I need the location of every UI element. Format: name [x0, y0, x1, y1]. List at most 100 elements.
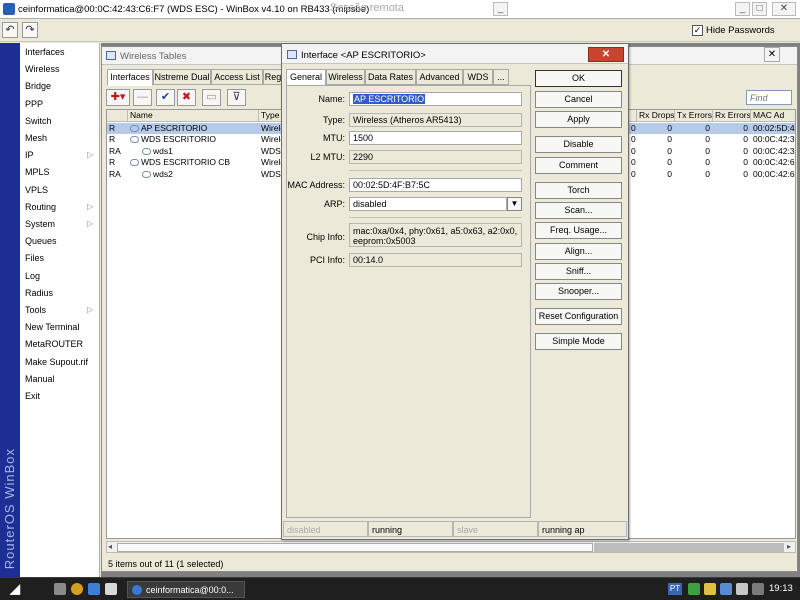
tab-interfaces[interactable]: Interfaces [107, 69, 153, 86]
column-header-flags[interactable] [107, 110, 128, 122]
ok-button[interactable]: OK [535, 70, 622, 87]
minimize-overlay-button[interactable]: _ [493, 2, 508, 16]
scroll-right-arrow-icon[interactable]: ▸ [787, 542, 791, 551]
disable-button[interactable]: Disable [535, 136, 622, 153]
row-rx-errors: 0 [743, 123, 748, 133]
menu-item-files[interactable]: Files [25, 253, 44, 263]
column-header-rx-errors[interactable]: Rx Errors [713, 110, 751, 122]
hide-passwords-checkbox[interactable]: ✓ [692, 25, 703, 36]
tab-data-rates[interactable]: Data Rates [365, 69, 416, 85]
redo-button[interactable]: ↷ [22, 22, 38, 38]
wireless-interface-icon [142, 170, 151, 178]
menu-item-system[interactable]: System [25, 219, 55, 229]
menu-item-new-terminal[interactable]: New Terminal [25, 322, 79, 332]
menu-item-mesh[interactable]: Mesh [25, 133, 47, 143]
maximize-button[interactable]: □ [752, 2, 767, 16]
row-name: WDS ESCRITORIO CB [141, 157, 231, 168]
menu-item-log[interactable]: Log [25, 271, 40, 281]
scrollbar-thumb[interactable] [117, 543, 593, 552]
tab-access-list[interactable]: Access List [211, 69, 263, 85]
menu-item-manual[interactable]: Manual [25, 374, 55, 384]
close-button[interactable]: ✕ [772, 2, 796, 16]
tab-wds[interactable]: WDS [463, 69, 493, 85]
menu-item-ppp[interactable]: PPP [25, 99, 43, 109]
arp-dropdown-icon[interactable]: ▼ [507, 197, 522, 211]
chrome-icon[interactable] [71, 583, 83, 595]
snooper-button[interactable]: Snooper... [535, 283, 622, 300]
tab-nstreme-dual[interactable]: Nstreme Dual [153, 69, 211, 85]
taskbar-winbox-task[interactable]: ceinformatica@00:0... [127, 581, 245, 598]
internet-explorer-icon[interactable] [88, 583, 100, 595]
show-desktop-icon[interactable] [54, 583, 66, 595]
interface-dialog-titlebar[interactable]: Interface <AP ESCRITORIO> ✕ [282, 44, 628, 64]
arp-select[interactable]: disabled [349, 197, 507, 211]
scrollbar-track[interactable] [594, 543, 784, 552]
menu-item-metarouter[interactable]: MetaROUTER [25, 339, 83, 349]
network-tray-icon[interactable] [688, 583, 700, 595]
l2mtu-label: L2 MTU: [310, 152, 345, 162]
disable-button[interactable]: ✖ [177, 89, 196, 106]
reset-configuration-button[interactable]: Reset Configuration [535, 308, 622, 325]
column-header-mac-address[interactable]: MAC Ad [751, 110, 795, 122]
row-type: WDS [261, 145, 281, 156]
align-button[interactable]: Align... [535, 243, 622, 260]
minimize-button[interactable]: _ [735, 2, 750, 16]
cancel-button[interactable]: Cancel [535, 91, 622, 108]
menu-item-ip[interactable]: IP [25, 150, 34, 160]
start-button[interactable]: ◢ [10, 581, 28, 598]
menu-item-switch[interactable]: Switch [25, 116, 52, 126]
mac-address-field[interactable]: 00:02:5D:4F:B7:5C [349, 178, 522, 192]
volume-tray-icon[interactable] [736, 583, 748, 595]
language-indicator[interactable]: PT [668, 583, 682, 595]
column-header-tx-errors[interactable]: Tx Errors [675, 110, 713, 122]
taskbar: ◢ ceinformatica@00:0... PT 19:13 [0, 577, 800, 600]
row-clipped-value: 0 [631, 123, 636, 133]
menu-item-tools[interactable]: Tools [25, 305, 46, 315]
menu-item-radius[interactable]: Radius [25, 288, 53, 298]
find-input[interactable] [746, 90, 792, 105]
tab-general[interactable]: General [286, 69, 326, 86]
menu-item-vpls[interactable]: VPLS [25, 185, 48, 195]
torch-button[interactable]: Torch [535, 182, 622, 199]
tab-more[interactable]: ... [493, 69, 509, 85]
freq-usage-button[interactable]: Freq. Usage... [535, 222, 622, 239]
menu-item-wireless[interactable]: Wireless [25, 64, 60, 74]
tray-icon[interactable] [752, 583, 764, 595]
scroll-left-arrow-icon[interactable]: ◂ [108, 542, 112, 551]
update-tray-icon[interactable] [720, 583, 732, 595]
column-header-name[interactable]: Name [128, 110, 259, 122]
column-header-hidden[interactable] [629, 110, 637, 122]
sniff-button[interactable]: Sniff... [535, 263, 622, 280]
menu-item-bridge[interactable]: Bridge [25, 81, 51, 91]
filter-button[interactable]: ⊽ [227, 89, 246, 106]
remove-button[interactable]: — [133, 89, 152, 106]
add-button[interactable]: ✚▾ [106, 89, 130, 106]
tab-registration[interactable]: Reg [263, 69, 283, 85]
wireless-tables-close-button[interactable]: ✕ [764, 47, 780, 62]
separator [349, 217, 522, 218]
tab-wireless[interactable]: Wireless [326, 69, 365, 85]
column-header-type[interactable]: Type [259, 110, 283, 122]
comment-button[interactable]: Comment [535, 157, 622, 174]
scan-button[interactable]: Scan... [535, 202, 622, 219]
interface-dialog-close-button[interactable]: ✕ [588, 47, 624, 62]
undo-button[interactable]: ↶ [2, 22, 18, 38]
mtu-field[interactable]: 1500 [349, 131, 522, 145]
menu-item-mpls[interactable]: MPLS [25, 167, 50, 177]
menu-item-interfaces[interactable]: Interfaces [25, 47, 65, 57]
menu-item-exit[interactable]: Exit [25, 391, 40, 401]
quicklaunch-icon[interactable] [105, 583, 117, 595]
menu-item-make-supout-rif[interactable]: Make Supout.rif [25, 357, 88, 367]
name-field[interactable]: AP ESCRITORIO [349, 92, 522, 106]
column-header-rx-drops[interactable]: Rx Drops [637, 110, 675, 122]
comment-button[interactable]: ▭ [202, 89, 221, 106]
apply-button[interactable]: Apply [535, 111, 622, 128]
simple-mode-button[interactable]: Simple Mode [535, 333, 622, 350]
menu-item-routing[interactable]: Routing [25, 202, 56, 212]
menu-item-queues[interactable]: Queues [25, 236, 57, 246]
tab-advanced[interactable]: Advanced [416, 69, 463, 85]
status-disabled: disabled [283, 521, 368, 537]
horizontal-scrollbar[interactable]: ◂ ▸ [106, 541, 796, 553]
security-tray-icon[interactable] [704, 583, 716, 595]
enable-button[interactable]: ✔ [156, 89, 175, 106]
